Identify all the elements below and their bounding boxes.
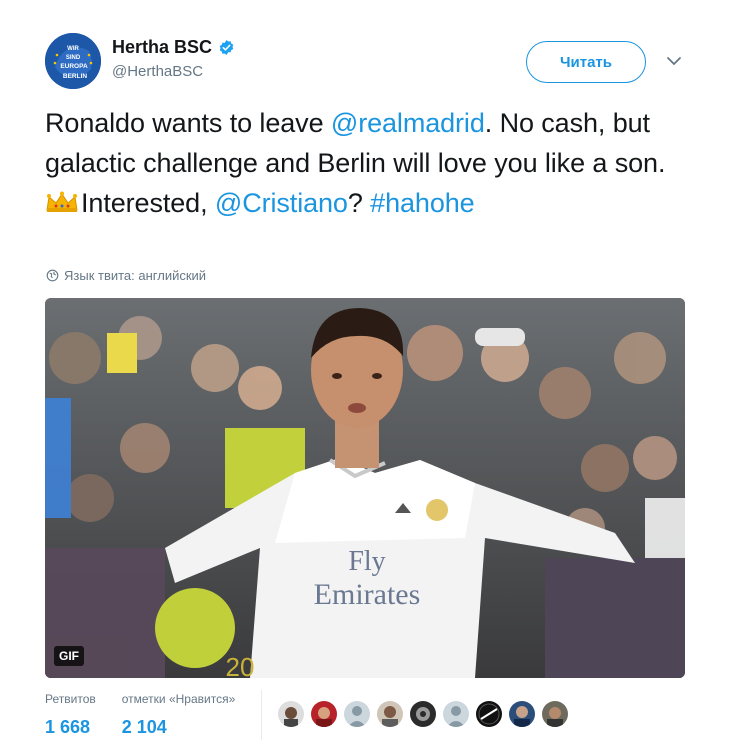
svg-text:BERLIN: BERLIN [63,73,88,80]
user-avatar-icon [377,701,404,727]
liker-avatar[interactable] [311,701,338,727]
stats-divider [261,690,263,740]
likes-stat[interactable]: отметки «Нравится» 2 104 [122,690,262,740]
shirt-sponsor-line2: Emirates [314,578,421,611]
crown-emoji-icon [46,191,78,212]
mention-link[interactable]: @realmadrid [331,108,485,138]
user-avatar-icon [476,701,503,727]
liker-avatar[interactable] [443,701,470,727]
tweet-text-part: Ronaldo wants to leave [45,108,331,138]
retweets-label: Ретвитов [45,692,96,706]
default-avatar-icon [344,701,371,727]
tweet-language-note: Язык твита: английский [46,268,206,283]
retweets-count: 1 668 [45,717,91,737]
user-avatar-icon [278,701,305,727]
hashtag-link[interactable]: #hahohe [370,188,475,218]
user-avatar-icon [410,701,437,727]
gif-badge: GIF [54,646,84,666]
likes-label: отметки «Нравится» [121,692,236,706]
verified-badge-icon [219,40,234,55]
liker-avatar[interactable] [344,701,371,727]
tweet-stats: Ретвитов 1 668 отметки «Нравится» 2 104 [45,690,569,740]
user-avatar-icon [311,701,338,727]
shirt-sponsor-line1: Fly [348,546,385,577]
liker-avatar[interactable] [509,701,536,727]
globe-icon [46,269,59,282]
user-avatar-icon [509,701,536,727]
user-avatar-icon [542,701,569,727]
tweet-language-text: Язык твита: английский [64,268,207,283]
tweet-text-part: Interested, [81,188,215,218]
liker-avatars [278,690,569,731]
display-name-text: Hertha BSC [112,37,213,57]
chevron-down-icon[interactable] [666,55,682,67]
tweet-card: WIR SIND EUROPA BERLIN Hertha BSC @Herth… [0,0,730,746]
mention-link[interactable]: @Cristiano [215,188,348,218]
tweet-text-part: ? [347,188,371,218]
hertha-logo-icon: WIR SIND EUROPA BERLIN [45,33,101,89]
avatar[interactable]: WIR SIND EUROPA BERLIN [45,33,101,89]
liker-avatar[interactable] [410,701,437,727]
user-handle[interactable]: @HerthaBSC [112,63,203,80]
liker-avatar[interactable] [377,701,404,727]
svg-text:EUROPA: EUROPA [60,63,88,70]
svg-text:SIND: SIND [66,55,81,61]
likes-count: 2 104 [121,717,167,737]
default-avatar-icon [443,701,470,727]
svg-text:WIR: WIR [67,46,79,52]
gif-media[interactable]: Fly Emirates 20 GIF [45,298,685,678]
follow-button[interactable]: Читать [526,41,646,83]
liker-avatar[interactable] [542,701,569,727]
display-name[interactable]: Hertha BSC [112,37,235,58]
gif-frame-image: Fly Emirates 20 [45,298,685,678]
shirt-number: 20 [226,652,255,678]
liker-avatar[interactable] [476,701,503,727]
retweets-stat[interactable]: Ретвитов 1 668 [45,690,122,740]
tweet-text: Ronaldo wants to leave @realmadrid. No c… [45,103,685,223]
liker-avatar[interactable] [278,701,305,727]
